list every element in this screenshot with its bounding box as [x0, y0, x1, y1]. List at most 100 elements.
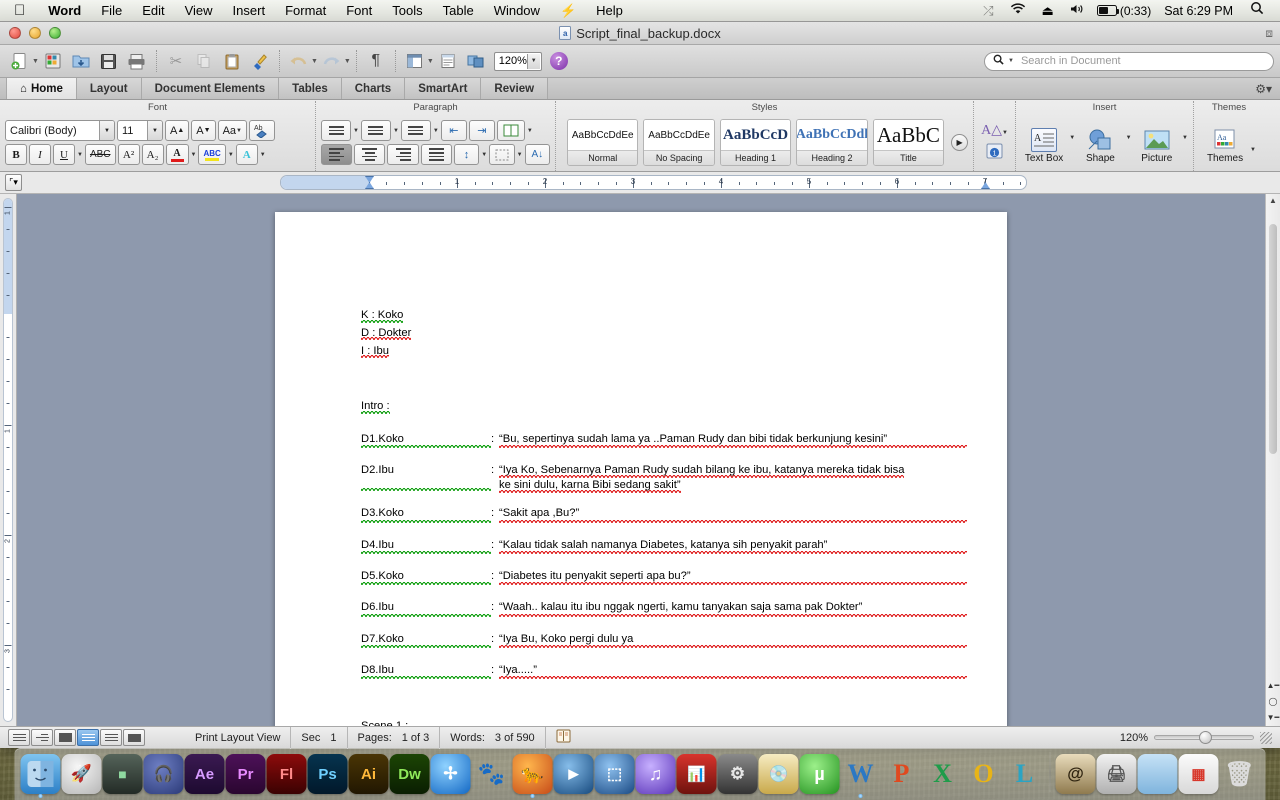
- cut-button[interactable]: ✂: [163, 48, 189, 74]
- redo-button[interactable]: [319, 48, 345, 74]
- print-button[interactable]: [124, 48, 150, 74]
- print-layout-view-button[interactable]: [77, 729, 99, 746]
- tab-home[interactable]: ⌂ Home: [6, 78, 77, 99]
- shrink-font-button[interactable]: A ▼: [191, 120, 216, 141]
- columns-button[interactable]: [496, 120, 525, 141]
- dock-item-printer[interactable]: 🖨: [1096, 754, 1137, 794]
- insert-shape-button[interactable]: Shape: [1077, 121, 1123, 164]
- superscript-button[interactable]: A²: [117, 144, 140, 165]
- menu-item-table[interactable]: Table: [433, 0, 484, 22]
- dock-item-virtualbox[interactable]: ⬚: [594, 754, 635, 794]
- multilevel-list-dropdown-icon[interactable]: ▼: [433, 128, 439, 134]
- themes-button[interactable]: Aa Themes: [1202, 121, 1248, 164]
- dock-item-stack-preview[interactable]: ▦: [1178, 754, 1219, 794]
- menu-item-format[interactable]: Format: [275, 0, 336, 22]
- borders-dropdown-icon[interactable]: ▼: [517, 152, 523, 158]
- insert-text-box-button[interactable]: A Text Box: [1021, 121, 1067, 164]
- picture-dropdown-icon[interactable]: ▼: [1182, 135, 1188, 141]
- dock-item-premiere-pro[interactable]: Pr: [225, 754, 266, 794]
- sidebar-dropdown-icon[interactable]: ▼: [427, 58, 434, 65]
- copy-button[interactable]: [191, 48, 217, 74]
- font-color-button[interactable]: A: [165, 144, 189, 165]
- tab-tables[interactable]: Tables: [279, 78, 342, 99]
- dock-item-after-effects[interactable]: Ae: [184, 754, 225, 794]
- bold-button[interactable]: B: [5, 144, 27, 165]
- dock-item-powerpoint[interactable]: P: [882, 754, 922, 794]
- dock-item-photoshop[interactable]: Ps: [307, 754, 348, 794]
- menu-item-tools[interactable]: Tools: [382, 0, 432, 22]
- font-color-dropdown-icon[interactable]: ▼: [191, 152, 197, 158]
- eject-icon[interactable]: ⏏: [1034, 0, 1062, 22]
- menu-item-font[interactable]: Font: [336, 0, 382, 22]
- underline-dropdown-icon[interactable]: ▼: [77, 152, 83, 158]
- dock-item-itunes[interactable]: ♫: [635, 754, 676, 794]
- format-painter-button[interactable]: [247, 48, 273, 74]
- tab-charts[interactable]: Charts: [341, 78, 406, 99]
- menu-item-word[interactable]: Word: [38, 0, 91, 22]
- line-spacing-dropdown-icon[interactable]: ▼: [481, 152, 487, 158]
- bulleted-list-button[interactable]: [321, 120, 351, 141]
- publishing-layout-view-button[interactable]: [54, 729, 76, 746]
- vertical-scrollbar[interactable]: ▲ ▲━ ◯ ▼━: [1265, 194, 1280, 726]
- show-formatting-marks-button[interactable]: ¶: [363, 48, 389, 74]
- dock-item-excel[interactable]: X: [923, 754, 963, 794]
- increase-indent-button[interactable]: ⇥: [468, 120, 495, 141]
- dock-item-downloads-folder[interactable]: [1137, 754, 1178, 794]
- strikethrough-button[interactable]: ABC: [84, 144, 116, 165]
- document-page[interactable]: K : Koko D : Dokter I : Ibu Intro : D1.K…: [275, 212, 1007, 726]
- ribbon-options-gear-icon[interactable]: ⚙▾: [1247, 78, 1280, 99]
- menu-item-edit[interactable]: Edit: [132, 0, 174, 22]
- close-button[interactable]: [9, 27, 21, 39]
- notebook-layout-view-button[interactable]: [100, 729, 122, 746]
- dock-item-utorrent[interactable]: µ: [799, 754, 840, 794]
- window-resize-grip[interactable]: [1260, 731, 1272, 744]
- decrease-indent-button[interactable]: ⇤: [440, 120, 467, 141]
- toolbar-zoom-dropdown-icon[interactable]: ▼: [526, 53, 540, 69]
- dock-item-address-book[interactable]: @: [1055, 754, 1096, 794]
- manage-styles-button[interactable]: A△▼: [981, 122, 1008, 139]
- style-title[interactable]: AaBbС Title: [872, 119, 945, 166]
- justify-button[interactable]: [420, 144, 452, 165]
- dock-item-quicktime[interactable]: ▶: [553, 754, 594, 794]
- bulleted-list-dropdown-icon[interactable]: ▼: [353, 128, 359, 134]
- columns-dropdown-icon[interactable]: ▼: [527, 128, 533, 134]
- undo-dropdown-icon[interactable]: ▼: [311, 58, 318, 65]
- document-canvas[interactable]: K : Koko D : Dokter I : Ibu Intro : D1.K…: [17, 194, 1265, 726]
- dock-item-utilities[interactable]: ⚙: [717, 754, 758, 794]
- paste-button[interactable]: [219, 48, 245, 74]
- spotlight-search-icon[interactable]: [1242, 0, 1272, 22]
- apple-menu-icon[interactable]: : [0, 2, 38, 20]
- font-family-combo[interactable]: Calibri (Body) ▼: [5, 120, 115, 141]
- horizontal-ruler[interactable]: 1 2 3 4 5 6 7: [280, 175, 1027, 190]
- help-button[interactable]: ?: [549, 52, 568, 70]
- zoom-slider-knob[interactable]: [1199, 731, 1212, 744]
- align-left-button[interactable]: [321, 144, 353, 165]
- undo-button[interactable]: [286, 48, 312, 74]
- save-button[interactable]: [96, 48, 122, 74]
- style-heading-1[interactable]: AaBbCcD Heading 1: [719, 119, 792, 166]
- dock-item-audacity[interactable]: 🎧: [143, 754, 184, 794]
- fullscreen-icon[interactable]: ⧈: [1265, 26, 1273, 41]
- toolbox-button[interactable]: [435, 48, 461, 74]
- dock-item-launchpad[interactable]: 🚀: [61, 754, 102, 794]
- text-effects-button[interactable]: A: [235, 144, 258, 165]
- dock-item-dreamweaver[interactable]: Dw: [389, 754, 430, 794]
- wifi-icon[interactable]: [1002, 0, 1034, 22]
- status-track-changes[interactable]: [544, 726, 581, 749]
- search-scope-dropdown-icon[interactable]: ▼: [1008, 58, 1014, 64]
- font-family-dropdown-icon[interactable]: ▼: [99, 121, 114, 140]
- font-size-dropdown-icon[interactable]: ▼: [147, 121, 162, 140]
- sort-button[interactable]: A↓: [524, 144, 550, 165]
- line-spacing-button[interactable]: ↕: [453, 144, 480, 165]
- media-browser-button[interactable]: [463, 48, 489, 74]
- style-normal[interactable]: AaBbCcDdEe Normal: [567, 119, 639, 166]
- menu-item-file[interactable]: File: [91, 0, 132, 22]
- tab-layout[interactable]: Layout: [76, 78, 142, 99]
- scrollbar-thumb[interactable]: [1269, 224, 1277, 454]
- dock-item-word[interactable]: W: [841, 754, 881, 798]
- draft-view-button[interactable]: [8, 729, 30, 746]
- dock-item-teamviewer[interactable]: ■: [102, 754, 143, 794]
- tab-smartart[interactable]: SmartArt: [405, 78, 482, 99]
- shape-dropdown-icon[interactable]: ▼: [1126, 135, 1132, 141]
- vertical-ruler[interactable]: 1 1 2 3: [0, 194, 17, 726]
